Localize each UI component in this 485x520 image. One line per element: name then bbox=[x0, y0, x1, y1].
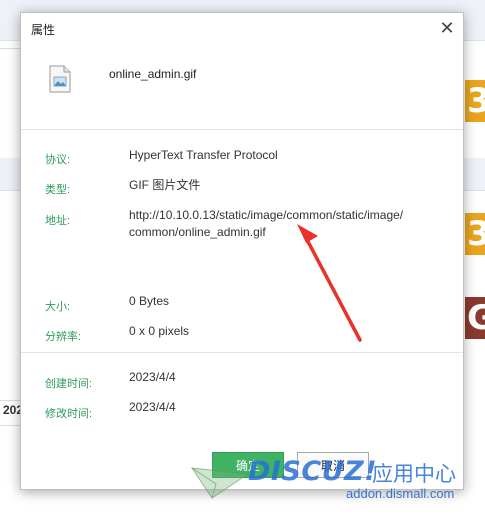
dialog-titlebar[interactable]: 属性 ✕ bbox=[21, 13, 463, 43]
size-value: 0 Bytes bbox=[129, 294, 170, 308]
divider bbox=[21, 352, 463, 353]
protocol-value: HyperText Transfer Protocol bbox=[129, 148, 278, 162]
size-label: 大小: bbox=[45, 301, 71, 313]
properties-dialog: 属性 ✕ online_admin.gif 协议: HyperText Tran… bbox=[20, 12, 464, 490]
resolution-value: 0 x 0 pixels bbox=[129, 324, 190, 338]
close-icon[interactable]: ✕ bbox=[437, 18, 457, 38]
modified-value: 2023/4/4 bbox=[129, 400, 176, 414]
resolution-label: 分辨率: bbox=[45, 331, 82, 343]
type-value: GIF 图片文件 bbox=[129, 178, 201, 192]
created-value: 2023/4/4 bbox=[129, 370, 176, 384]
dialog-title: 属性 bbox=[31, 23, 56, 37]
image-file-icon bbox=[49, 65, 71, 93]
type-label: 类型: bbox=[45, 184, 71, 196]
address-label: 地址: bbox=[45, 215, 71, 227]
file-name: online_admin.gif bbox=[109, 67, 197, 81]
cancel-button[interactable]: 取消 bbox=[297, 452, 369, 478]
created-label: 创建时间: bbox=[45, 378, 93, 390]
divider bbox=[21, 129, 463, 130]
protocol-label: 协议: bbox=[45, 154, 71, 166]
modified-label: 修改时间: bbox=[45, 408, 93, 420]
address-value-line2: common/online_admin.gif bbox=[129, 225, 266, 239]
ok-button[interactable]: 确定 bbox=[212, 452, 284, 478]
background-tile: 3 bbox=[465, 213, 485, 255]
background-tile: 3 bbox=[465, 80, 485, 122]
background-tile: G bbox=[465, 297, 485, 339]
